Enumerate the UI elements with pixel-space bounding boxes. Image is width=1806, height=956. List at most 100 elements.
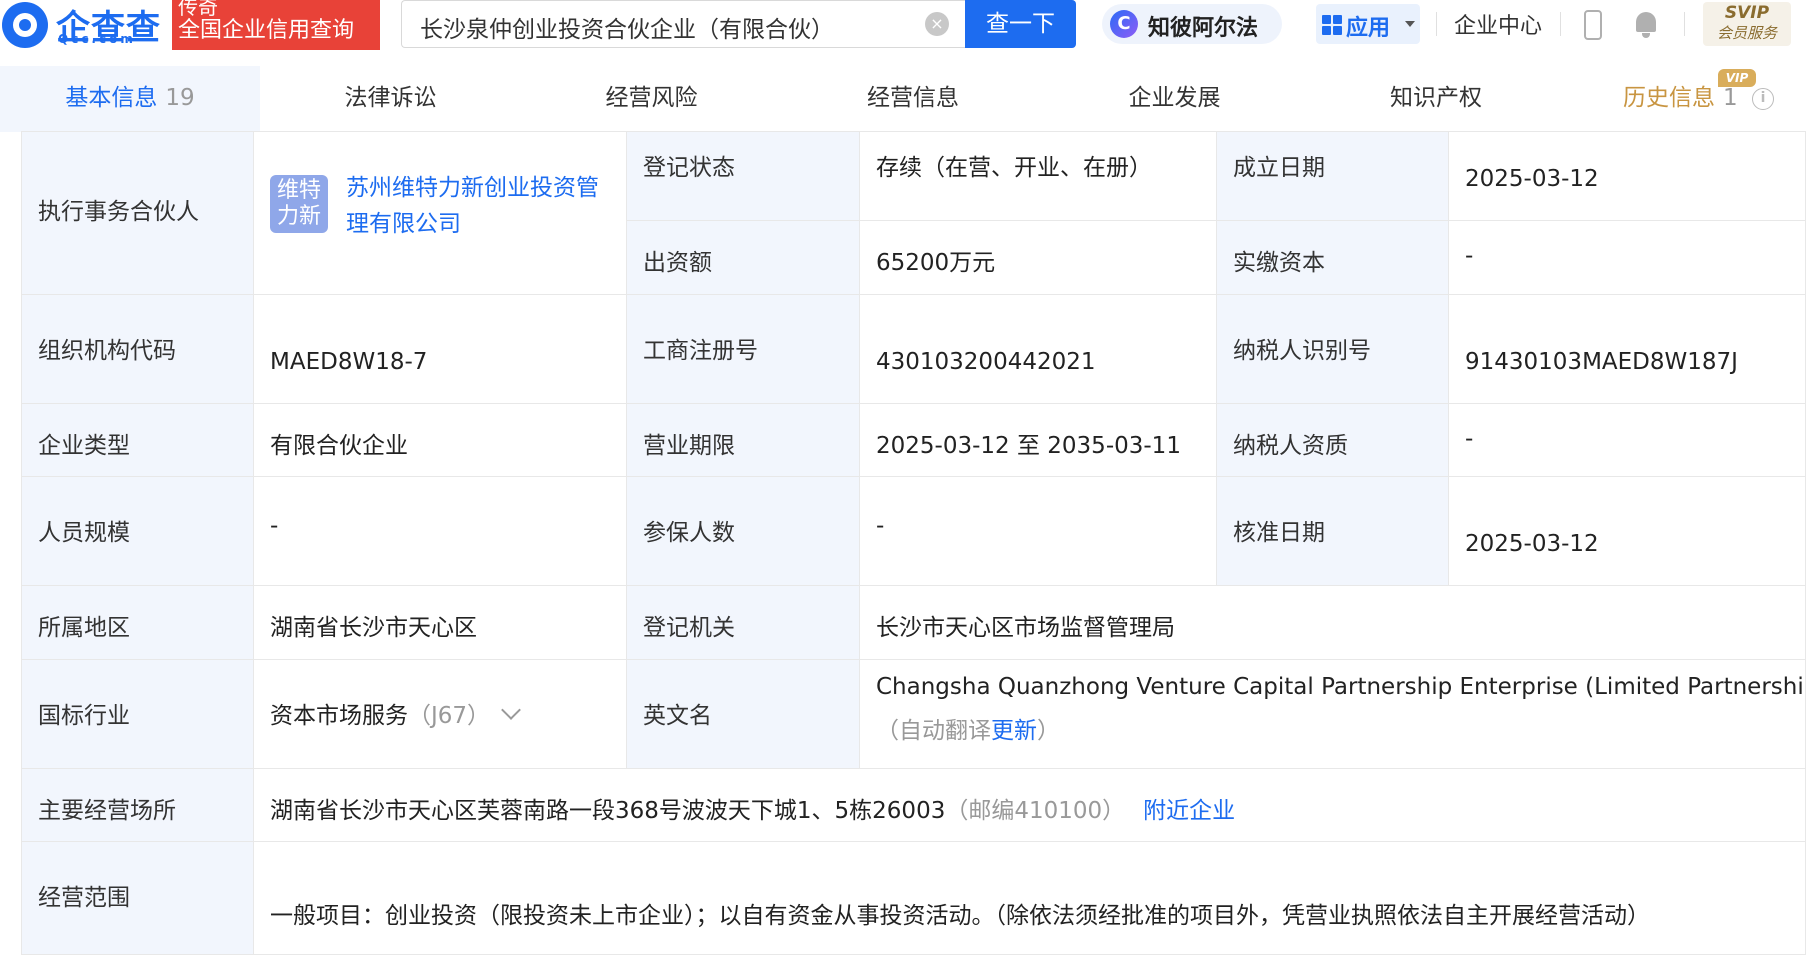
- bell-icon[interactable]: [1633, 9, 1659, 39]
- svip-button[interactable]: SVIP 会员服务: [1703, 2, 1791, 46]
- partner-name-link[interactable]: 苏州维特力新创业投资管: [346, 168, 599, 202]
- capital-value: 65200万元: [876, 250, 996, 276]
- search-button[interactable]: 查一下: [965, 0, 1076, 48]
- label-cell: 登记机关: [626, 585, 860, 660]
- label-cell: 所属地区: [21, 585, 254, 660]
- term-value: 2025-03-12 至 2035-03-11: [876, 433, 1181, 459]
- org-code-value: MAED8W18-7: [270, 349, 428, 375]
- value-cell: 存续（在营、开业、在册）: [859, 131, 1217, 221]
- value-cell: Changsha Quanzhong Venture Capital Partn…: [859, 659, 1806, 769]
- qcc-logo[interactable]: 企查查 Qcc.com: [0, 0, 172, 50]
- nearby-companies-link[interactable]: 附近企业: [1143, 798, 1235, 824]
- logo-sub: Qcc.com: [58, 32, 136, 46]
- search-input[interactable]: 长沙泉仲创业投资合伙企业（有限合伙）: [401, 0, 965, 48]
- reg-no-label: 工商注册号: [643, 338, 758, 364]
- staff-label: 人员规模: [38, 520, 130, 546]
- tab-basic-info[interactable]: 基本信息 19: [0, 66, 260, 132]
- label-cell: 实缴资本: [1216, 220, 1449, 295]
- region-value: 湖南省长沙市天心区: [270, 615, 477, 641]
- scope-value: 一般项目：创业投资（限投资未上市企业）；以自有资金从事投资活动。（除依法须经批准…: [270, 903, 1650, 929]
- label-cell: 营业期限: [626, 403, 860, 477]
- address-value: 湖南省长沙市天心区芙蓉南路一段368号波波天下城1、5栋26003: [270, 798, 946, 824]
- slogan-banner[interactable]: 传奇 全国企业信用查询: [172, 0, 380, 50]
- grid-icon: [1322, 15, 1342, 35]
- section-tabs: 基本信息 19 法律诉讼 经营风险 经营信息 企业发展 知识产权 历史信息 1: [0, 66, 1806, 132]
- chevron-down-icon[interactable]: [501, 700, 521, 720]
- apps-menu-button[interactable]: 应用: [1316, 4, 1420, 44]
- label-cell: 执行事务合伙人: [21, 131, 254, 295]
- label-cell: 经营范围: [21, 841, 254, 955]
- value-cell: 91430103MAED8W187J: [1448, 294, 1806, 404]
- authority-label: 登记机关: [643, 615, 735, 641]
- mobile-icon[interactable]: [1584, 10, 1602, 40]
- tab-ip[interactable]: 知识产权: [1305, 66, 1567, 132]
- capital-label: 出资额: [643, 250, 712, 276]
- status-value: 存续（在营、开业、在册）: [876, 155, 1152, 181]
- type-label: 企业类型: [38, 433, 130, 459]
- status-label: 登记状态: [643, 155, 735, 181]
- industry-code: （J67）: [408, 703, 491, 729]
- english-name-label: 英文名: [643, 703, 712, 729]
- english-name-value: Changsha Quanzhong Venture Capital Partn…: [876, 674, 1806, 700]
- taxpayer-label: 纳税人资质: [1233, 433, 1348, 459]
- tax-id-label: 纳税人识别号: [1233, 338, 1371, 364]
- value-cell: 有限合伙企业: [253, 403, 627, 477]
- tab-risk[interactable]: 经营风险: [521, 66, 782, 132]
- divider: [1684, 12, 1685, 36]
- type-value: 有限合伙企业: [270, 433, 408, 459]
- divider: [1436, 12, 1437, 36]
- region-label: 所属地区: [38, 615, 130, 641]
- label-cell: 英文名: [626, 659, 860, 769]
- reg-no-value: 430103200442021: [876, 349, 1096, 375]
- info-icon[interactable]: i: [1752, 88, 1774, 110]
- zhibi-icon: C: [1110, 10, 1138, 38]
- label-cell: 组织机构代码: [21, 294, 254, 404]
- label-cell: 参保人数: [626, 476, 860, 586]
- postcode: （邮编410100）: [945, 798, 1126, 824]
- label-cell: 企业类型: [21, 403, 254, 477]
- industry-cell[interactable]: 资本市场服务（J67）: [253, 659, 627, 769]
- slogan-line1: 传奇: [178, 0, 218, 19]
- value-cell: 一般项目：创业投资（限投资未上市企业）；以自有资金从事投资活动。（除依法须经批准…: [253, 841, 1806, 955]
- zhibi-alpha-button[interactable]: C 知彼阿尔法: [1102, 4, 1282, 44]
- slogan-line2: 全国企业信用查询: [178, 18, 355, 43]
- industry-name: 资本市场服务: [270, 703, 408, 729]
- enterprise-center-link[interactable]: 企业中心: [1454, 8, 1542, 40]
- paid-capital-value: -: [1465, 243, 1474, 269]
- value-cell: -: [859, 476, 1217, 586]
- insured-value: -: [876, 513, 885, 539]
- tab-label: 历史信息: [1623, 85, 1715, 111]
- value-cell: 2025-03-12: [1448, 476, 1806, 586]
- clear-icon[interactable]: ×: [925, 12, 949, 36]
- partner-name-link-line2[interactable]: 理有限公司: [346, 204, 461, 238]
- partner-logo[interactable]: 维特力新: [270, 175, 328, 233]
- tab-business[interactable]: 经营信息: [782, 66, 1044, 132]
- update-translation-link[interactable]: 更新: [991, 718, 1037, 744]
- partner-cell: 维特力新 苏州维特力新创业投资管 理有限公司: [253, 131, 627, 295]
- label-cell: 成立日期: [1216, 131, 1449, 221]
- tax-id-value: 91430103MAED8W187J: [1465, 349, 1738, 375]
- staff-value: -: [270, 513, 279, 539]
- value-cell: MAED8W18-7: [253, 294, 627, 404]
- basic-info-table: 执行事务合伙人 维特力新 苏州维特力新创业投资管 理有限公司 登记状态 存续（在…: [21, 131, 1806, 956]
- value-cell: 2025-03-12: [1448, 131, 1806, 221]
- industry-value[interactable]: 资本市场服务（J67）: [270, 696, 521, 730]
- value-cell: 430103200442021: [859, 294, 1217, 404]
- value-cell: 湖南省长沙市天心区芙蓉南路一段368号波波天下城1、5栋26003（邮编4101…: [253, 768, 1806, 842]
- label-cell: 工商注册号: [626, 294, 860, 404]
- founded-label: 成立日期: [1233, 155, 1325, 181]
- svip-sublabel: 会员服务: [1716, 24, 1777, 42]
- term-label: 营业期限: [643, 433, 735, 459]
- taxpayer-value: -: [1465, 426, 1474, 452]
- label-cell: 主要经营场所: [21, 768, 254, 842]
- value-cell: 湖南省长沙市天心区: [253, 585, 627, 660]
- tab-legal[interactable]: 法律诉讼: [260, 66, 521, 132]
- chevron-down-icon: [1405, 21, 1415, 27]
- label-cell: 国标行业: [21, 659, 254, 769]
- value-cell: 长沙市天心区市场监督管理局: [859, 585, 1806, 660]
- value-cell: -: [253, 476, 627, 586]
- translate-prefix: （自动翻译: [876, 718, 991, 744]
- zhibi-label: 知彼阿尔法: [1148, 16, 1259, 41]
- tab-development[interactable]: 企业发展: [1044, 66, 1305, 132]
- translate-suffix: ）: [1037, 718, 1060, 744]
